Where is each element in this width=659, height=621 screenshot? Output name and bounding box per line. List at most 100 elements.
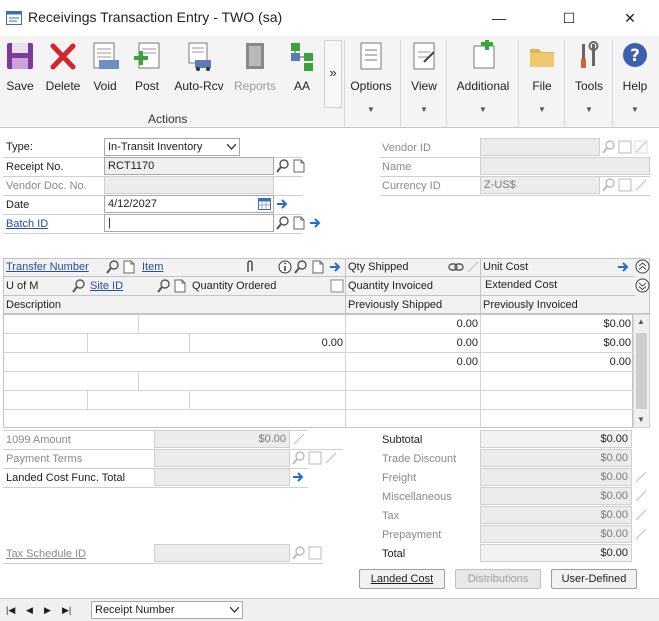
receipt-no-field[interactable]: RCT1170 <box>104 157 274 175</box>
link-icon[interactable] <box>448 260 464 274</box>
date-field[interactable]: 4/12/2027 <box>104 195 274 213</box>
post-label: Post <box>134 79 159 93</box>
options-menu[interactable]: Options ▼ <box>348 40 394 114</box>
new-document-icon[interactable] <box>292 159 306 173</box>
batch-id-field[interactable]: | <box>104 214 274 232</box>
save-button[interactable]: Save <box>3 40 37 96</box>
note-icon <box>618 140 632 154</box>
landed-cost-total-field <box>154 468 290 486</box>
divider <box>3 487 308 488</box>
divider <box>3 563 323 564</box>
divider <box>3 390 633 391</box>
post-icon <box>134 42 160 69</box>
first-record-button[interactable]: |◀ <box>6 605 15 616</box>
close-button[interactable]: ✕ <box>607 0 653 36</box>
row2-quantity-ordered[interactable]: 0.00 <box>190 337 343 349</box>
arrow-right-icon[interactable] <box>292 470 306 484</box>
previously-shipped-column: Previously Shipped <box>348 299 443 311</box>
name-field <box>480 157 650 175</box>
collapse-rows-icon[interactable] <box>635 259 650 274</box>
minimize-button[interactable]: — <box>476 0 522 36</box>
new-document-icon[interactable] <box>292 216 306 230</box>
arrow-right-icon[interactable] <box>329 260 343 274</box>
landed-cost-button[interactable]: Landed Cost <box>359 569 445 589</box>
trade-discount-value: $0.00 <box>480 449 632 467</box>
checkbox-icon[interactable] <box>330 279 344 293</box>
next-record-button[interactable]: ▶ <box>44 605 51 616</box>
info-icon[interactable] <box>278 260 292 274</box>
vendor-id-field <box>480 138 600 156</box>
new-document-icon[interactable] <box>311 260 325 274</box>
aa-button[interactable]: AA <box>287 40 317 96</box>
distributions-button[interactable]: Distributions <box>455 569 541 589</box>
row2-extended-cost[interactable]: $0.00 <box>481 337 631 349</box>
row3-previously-invoiced[interactable]: 0.00 <box>481 356 631 368</box>
void-button[interactable]: Void <box>88 40 122 96</box>
vendor-id-label: Vendor ID <box>382 142 431 154</box>
additional-icon <box>473 40 495 69</box>
calendar-icon[interactable] <box>258 198 271 210</box>
lookup-icon[interactable] <box>157 279 171 293</box>
item-column-link[interactable]: Item <box>142 261 163 273</box>
ribbon-separator <box>400 40 401 126</box>
u-of-m-column: U of M <box>6 280 39 292</box>
row3-previously-shipped[interactable]: 0.00 <box>346 356 478 368</box>
lookup-icon[interactable] <box>72 279 86 293</box>
auto-receive-button[interactable]: Auto-Rcv <box>172 40 226 96</box>
scroll-thumb[interactable] <box>636 333 647 409</box>
site-id-column-link[interactable]: Site ID <box>90 280 123 292</box>
delete-button[interactable]: Delete <box>43 40 83 96</box>
delete-icon <box>50 43 76 70</box>
app-window-icon <box>6 11 22 25</box>
expand-rows-icon[interactable] <box>635 278 650 293</box>
divider <box>189 390 190 409</box>
batch-id-link[interactable]: Batch ID <box>6 218 48 230</box>
additional-menu[interactable]: Additional ▼ <box>452 40 514 114</box>
help-label: Help <box>622 79 648 93</box>
transfer-number-column-link[interactable]: Transfer Number <box>6 261 89 273</box>
type-select[interactable]: In-Transit Inventory <box>104 138 240 156</box>
previous-record-button[interactable]: ◀ <box>26 605 33 616</box>
sort-by-select[interactable]: Receipt Number <box>91 601 243 619</box>
vendor-doc-no-field <box>104 176 274 194</box>
tax-schedule-id-link[interactable]: Tax Schedule ID <box>6 548 86 560</box>
maximize-button[interactable]: ☐ <box>546 0 592 36</box>
lookup-icon <box>602 140 615 154</box>
divider <box>138 314 139 333</box>
divider <box>3 333 633 334</box>
reports-button[interactable]: Reports <box>232 40 278 96</box>
file-icon <box>530 49 554 67</box>
lookup-icon[interactable] <box>276 216 290 230</box>
row1-previously-invoiced[interactable]: $0.00 <box>481 318 631 330</box>
user-defined-button[interactable]: User-Defined <box>551 569 637 589</box>
sort-by-value: Receipt Number <box>95 604 175 616</box>
lookup-icon[interactable] <box>294 260 308 274</box>
scroll-up-icon[interactable]: ▲ <box>637 317 645 326</box>
arrow-right-icon[interactable] <box>309 216 323 230</box>
arrow-right-icon[interactable] <box>276 197 290 211</box>
tools-menu[interactable]: Tools ▼ <box>570 40 608 114</box>
post-button[interactable]: Post <box>130 40 164 96</box>
view-icon <box>413 42 435 70</box>
row2-quantity-invoiced[interactable]: 0.00 <box>346 337 478 349</box>
last-record-button[interactable]: ▶| <box>62 605 71 616</box>
save-icon <box>7 43 33 69</box>
file-menu[interactable]: File ▼ <box>524 40 560 114</box>
lookup-icon[interactable] <box>276 159 290 173</box>
new-document-icon[interactable] <box>173 279 187 293</box>
arrow-right-icon[interactable] <box>617 260 631 274</box>
subtotal-value: $0.00 <box>480 430 632 448</box>
miscellaneous-label: Miscellaneous <box>382 491 452 503</box>
view-menu[interactable]: View ▼ <box>404 40 444 114</box>
divider <box>345 258 346 314</box>
help-menu[interactable]: ? Help ▼ <box>616 40 654 114</box>
divider <box>480 258 481 314</box>
scroll-down-icon[interactable]: ▼ <box>637 415 645 424</box>
more-actions-button[interactable]: » <box>324 40 342 108</box>
grid-scrollbar[interactable]: ▲ ▼ <box>633 314 650 428</box>
ribbon-separator <box>612 40 613 126</box>
lookup-icon[interactable] <box>106 260 120 274</box>
new-document-icon[interactable] <box>122 260 136 274</box>
row1-previously-shipped[interactable]: 0.00 <box>346 318 478 330</box>
attachment-icon[interactable] <box>244 260 256 274</box>
